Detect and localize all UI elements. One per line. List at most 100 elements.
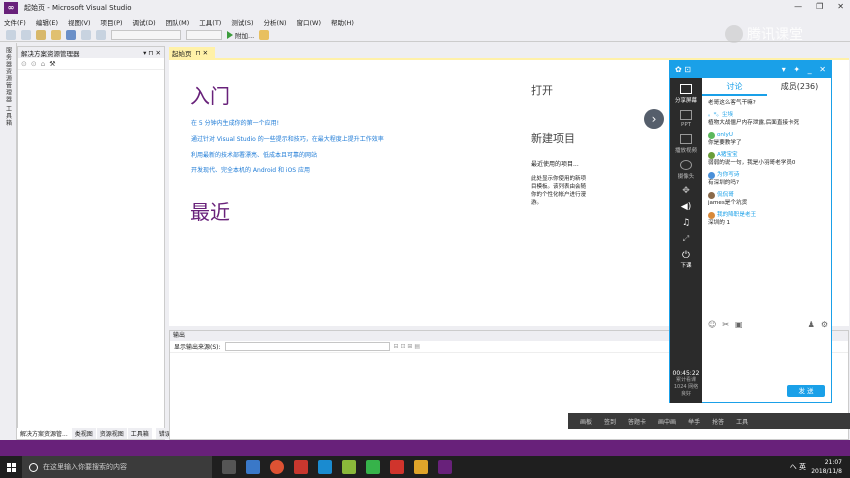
panel-pin-icon[interactable]: ▾ ⊓ ✕ (143, 49, 161, 57)
emoji-icon[interactable]: ☺ (708, 320, 716, 329)
tools-button[interactable]: 工具 (736, 417, 748, 426)
app-icon[interactable] (246, 460, 260, 474)
tab-toolbox[interactable]: 工具箱 (127, 428, 152, 439)
end-class-button[interactable]: ⏻ 下课 (670, 250, 702, 269)
start-menu-button[interactable] (0, 456, 22, 478)
volume-button[interactable]: ◀) (670, 202, 702, 212)
tab-discussion[interactable]: 讨论 (702, 78, 767, 96)
tencent-class-icon[interactable] (318, 460, 332, 474)
chat-user[interactable]: 我的降职是老王 (708, 211, 826, 219)
sublime-icon[interactable] (414, 460, 428, 474)
image-icon[interactable]: ▣ (735, 320, 743, 329)
chat-user[interactable]: A猪宝宝 (708, 151, 826, 159)
raise-hand-button[interactable]: 举手 (688, 417, 700, 426)
tab-close-icon[interactable]: ⊓ ✕ (196, 49, 209, 57)
undo-icon[interactable] (81, 29, 91, 40)
clock[interactable]: 21:07 2018/11/8 (811, 458, 842, 476)
play-icon (227, 30, 233, 39)
forward-icon[interactable] (21, 29, 31, 40)
play-video-button[interactable]: 播放视频 (670, 134, 702, 154)
send-button[interactable]: 发 送 (787, 385, 825, 397)
users-icon[interactable]: ♟ (808, 320, 815, 329)
quick-answer-button[interactable]: 抢答 (712, 417, 724, 426)
link-mobile[interactable]: 开发现代、完全本机的 Android 和 iOS 应用 (191, 165, 310, 174)
mic-button[interactable]: ✥ (670, 186, 702, 196)
scissors-icon[interactable]: ✂ (722, 320, 729, 329)
camera-button[interactable]: 摄像头 (670, 160, 702, 180)
tab-start-page[interactable]: 起始页 ⊓ ✕ (169, 47, 215, 58)
chat-user[interactable]: 。*。尘埃 (708, 111, 826, 119)
chrome-icon[interactable] (270, 460, 284, 474)
cortana-icon (29, 462, 38, 472)
menu-tools[interactable]: 工具(T) (199, 17, 221, 27)
fullscreen-button[interactable]: ⤢ (670, 234, 702, 244)
link-websites[interactable]: 利用最新的技术部署漂亮、低成本且可靠的网站 (191, 150, 317, 159)
visual-studio-icon[interactable] (438, 460, 452, 474)
tab-resource-view[interactable]: 资源视图 (96, 428, 127, 439)
config-dropdown[interactable] (111, 29, 181, 40)
panel-menu-icon[interactable]: ✿ ⊡ (675, 65, 691, 74)
menu-window[interactable]: 窗口(W) (296, 17, 321, 27)
ppt-button[interactable]: PPT (670, 110, 702, 128)
new-project-heading[interactable]: 新建项目 (531, 130, 575, 146)
link-tips[interactable]: 通过针对 Visual Studio 的一些提示和技巧，在最大程度上提升工作效率 (191, 134, 384, 143)
tab-members[interactable]: 成员(236) (767, 78, 832, 96)
menu-view[interactable]: 视图(V) (68, 17, 91, 27)
start-button[interactable]: 附加... (227, 30, 254, 40)
app-icon[interactable] (342, 460, 356, 474)
clear-icon[interactable]: ⊟ ⊡ ⊞ ▤ (394, 343, 420, 350)
link-first-app[interactable]: 在 5 分钟内生成你的第一个应用! (191, 118, 279, 127)
close-button[interactable]: ✕ (837, 2, 844, 11)
server-explorer-tab[interactable]: 服务器资源管理器 工具箱 (4, 47, 13, 127)
menu-team[interactable]: 团队(M) (166, 17, 190, 27)
sign-in-button[interactable]: 签到 (604, 417, 616, 426)
expand-arrow-button[interactable]: › (644, 109, 664, 129)
forward-icon[interactable]: ⊙ (31, 60, 37, 68)
settings-icon[interactable]: ⚙ (821, 320, 828, 329)
redo-icon[interactable] (96, 29, 106, 40)
new-project-icon[interactable] (36, 29, 46, 40)
tab-class-view[interactable]: 类视图 (71, 428, 96, 439)
input-method[interactable]: へ 英 (790, 462, 806, 472)
properties-icon[interactable]: ⚒ (49, 60, 55, 68)
app-icon[interactable] (390, 460, 404, 474)
quiz-card-button[interactable]: 答题卡 (628, 417, 646, 426)
recent-projects-link[interactable]: 最近使用的项目... (531, 159, 579, 168)
back-icon[interactable] (6, 29, 16, 40)
menu-analyze[interactable]: 分析(N) (264, 17, 287, 27)
chat-user[interactable]: onlyU (708, 131, 826, 139)
menu-debug[interactable]: 调试(D) (133, 17, 156, 27)
task-view-icon[interactable] (222, 460, 236, 474)
power-icon: ⏻ (682, 250, 690, 261)
platform-dropdown[interactable] (186, 29, 222, 40)
chat-user[interactable]: 侃侃哥 (708, 191, 826, 199)
menu-test[interactable]: 测试(S) (231, 17, 253, 27)
windows-icon (6, 462, 16, 472)
home-icon[interactable]: ⌂ (41, 60, 45, 68)
music-button[interactable]: ♫ (670, 218, 702, 228)
class-toolbar: 画板 签到 答题卡 画中画 举手 抢答 工具 (568, 413, 850, 429)
open-file-icon[interactable] (51, 29, 61, 40)
menu-help[interactable]: 帮助(H) (331, 17, 354, 27)
powerpoint-icon[interactable] (294, 460, 308, 474)
whiteboard-button[interactable]: 画板 (580, 417, 592, 426)
picture-in-picture-button[interactable]: 画中画 (658, 417, 676, 426)
taskbar-search[interactable]: 在这里输入你要搜索的内容 (22, 456, 212, 478)
back-icon[interactable]: ⊙ (21, 60, 27, 68)
chat-message: 你是要教学了 (708, 140, 742, 146)
menu-project[interactable]: 项目(P) (101, 17, 123, 27)
tab-solution-explorer[interactable]: 解决方案资源管... (17, 428, 71, 439)
panel-window-controls[interactable]: ▾ ✦ _ ✕ (782, 65, 826, 74)
menu-edit[interactable]: 编辑(E) (36, 17, 58, 27)
chat-user[interactable]: 为你写诗 (708, 171, 826, 179)
maximize-button[interactable]: ❐ (816, 2, 823, 11)
hot-reload-icon[interactable] (259, 29, 270, 40)
menu-file[interactable]: 文件(F) (4, 17, 26, 27)
app-icon[interactable] (366, 460, 380, 474)
share-screen-button[interactable]: 分享屏幕 (670, 84, 702, 104)
minimize-button[interactable]: — (794, 2, 802, 11)
camera-icon (680, 160, 692, 170)
output-source-select[interactable] (224, 342, 390, 351)
save-icon[interactable] (66, 29, 76, 40)
open-heading[interactable]: 打开 (531, 82, 553, 98)
